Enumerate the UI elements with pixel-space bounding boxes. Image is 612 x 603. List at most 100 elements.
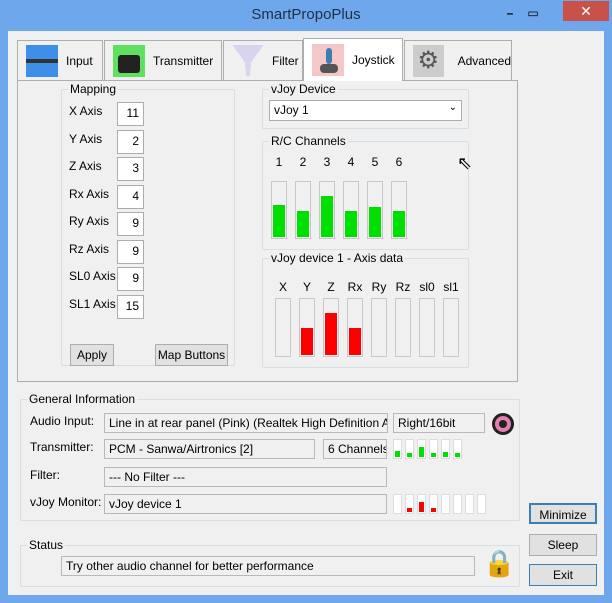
maximize-window-button[interactable]: ▭ (523, 6, 543, 22)
axis-channel-input[interactable]: 9 (117, 267, 144, 291)
axis-channel-input[interactable]: 11 (117, 102, 144, 126)
padlock-add-icon: 🔒 (483, 548, 516, 578)
tab-filter[interactable]: Filter (223, 40, 303, 80)
chevron-down-icon: ⌄ (448, 102, 457, 113)
audio-input-field: Line in at rear panel (Pink) (Realtek Hi… (104, 413, 388, 433)
status-group: Status Try other audio channel for bette… (20, 538, 520, 587)
exit-button[interactable]: Exit (529, 564, 597, 586)
audio-jack-pink-icon (492, 413, 514, 435)
tab-joystick[interactable]: Joystick (303, 38, 403, 81)
bar-label: X (278, 280, 287, 294)
level-bar (367, 181, 383, 239)
minimize-window-button[interactable]: – (500, 6, 520, 22)
mini-level-fill (407, 508, 412, 512)
mini-level-fill (395, 450, 400, 457)
general-information-title: General Information (27, 392, 138, 406)
channels-field: 6 Channels (323, 439, 387, 459)
vjoy-monitor-field: vJoy device 1 (104, 494, 387, 514)
filter-label: Filter: (30, 468, 60, 482)
axis-channel-input[interactable]: 9 (117, 212, 144, 236)
mini-level-bar (417, 494, 426, 514)
axis-label: SL1 Axis (69, 296, 116, 311)
level-bar (391, 181, 407, 239)
mouse-cursor-icon: ⇖ (457, 153, 473, 173)
rc-channels-group: R/C Channels 1 2 3 4 5 6 (262, 134, 469, 250)
bar-label: Rx (347, 280, 363, 294)
mini-level-bar (441, 439, 450, 459)
vjoy-device-select[interactable]: vJoy 1 ⌄ (269, 100, 462, 121)
bar-label: 6 (395, 155, 403, 169)
rc-channels-title: R/C Channels (269, 134, 348, 148)
axis-channel-input[interactable]: 4 (117, 184, 144, 209)
bar-label: 1 (275, 155, 283, 169)
level-bar (347, 298, 363, 357)
vjoy-device-title: vJoy Device (269, 82, 338, 96)
mapping-group: Mapping X Axis 11 Y Axis 2 Z Axis 3 Rx Axis 4 Ry… (61, 82, 235, 366)
tab-label: Advanced (457, 53, 511, 68)
level-bar (419, 298, 435, 357)
level-fill (273, 204, 285, 237)
axis-label: X Axis (69, 104, 103, 118)
axis-channel-input[interactable]: 15 (117, 294, 144, 319)
joystick-tab-page: Mapping X Axis 11 Y Axis 2 Z Axis 3 Rx Axis 4 Ry… (17, 80, 518, 382)
level-fill (393, 210, 405, 237)
close-window-button[interactable]: ✕ (563, 1, 609, 21)
mini-level-fill (407, 453, 412, 457)
level-bar (371, 298, 387, 357)
axis-label: Z Axis (69, 159, 102, 173)
bar-label: Y (302, 280, 311, 294)
audio-jack-icon (26, 44, 58, 77)
axis-label: SL0 Axis (69, 269, 116, 283)
axis-channel-input[interactable]: 3 (117, 157, 144, 181)
apply-button[interactable]: Apply (70, 344, 114, 366)
mini-level-fill (419, 502, 424, 512)
mini-level-bar (429, 494, 438, 514)
map-buttons-button[interactable]: Map Buttons (155, 344, 228, 366)
level-bar (275, 298, 291, 357)
bar-label: Rz (395, 280, 411, 294)
tab-label: Joystick (352, 53, 395, 67)
title-bar[interactable]: SmartPropoPlus – ▭ ✕ (0, 0, 612, 31)
bar-label: 4 (347, 155, 355, 169)
tab-transmitter[interactable]: Transmitter (104, 40, 222, 80)
transmitter-label: Transmitter: (30, 440, 94, 454)
minimize-button[interactable]: Minimize (529, 503, 597, 524)
level-fill (301, 328, 313, 355)
mini-level-bar (453, 439, 462, 459)
axis-label: Y Axis (69, 131, 103, 146)
axis-channel-input[interactable]: 9 (117, 239, 144, 264)
vjoy-monitor-label: vJoy Monitor: (30, 495, 102, 509)
audio-format-field: Right/16bit (393, 413, 485, 433)
mini-level-bar (453, 494, 462, 514)
mini-level-fill (455, 453, 460, 457)
level-bar (443, 298, 459, 357)
level-bar (319, 181, 335, 239)
level-bar (395, 298, 411, 357)
level-fill (345, 210, 357, 237)
rc-transmitter-icon (113, 44, 145, 77)
mini-level-bar (417, 439, 426, 459)
window-title: SmartPropoPlus (251, 6, 361, 23)
tab-label: Input (66, 53, 93, 68)
mini-level-bar (429, 439, 438, 459)
sleep-button[interactable]: Sleep (529, 534, 597, 556)
tab-advanced[interactable]: ⚙ Advanced (404, 40, 512, 80)
axis-data-group: vJoy device 1 - Axis data X Y Z Rx Ry Rz sl0 sl… (262, 251, 469, 368)
mini-level-bar (393, 494, 402, 514)
axis-channel-input[interactable]: 2 (117, 129, 144, 154)
level-fill (369, 207, 381, 237)
mini-level-fill (431, 453, 436, 457)
joystick-icon (312, 44, 344, 76)
general-information-group: General Information Audio Input: Line in… (20, 392, 520, 521)
tab-input[interactable]: Input (17, 40, 103, 80)
level-bar (343, 181, 359, 239)
level-bar (271, 181, 287, 239)
level-fill (349, 328, 361, 355)
axis-label: Rz Axis (69, 241, 110, 256)
level-fill (321, 195, 333, 237)
bar-label: 5 (371, 155, 379, 169)
tab-label: Filter (272, 53, 299, 68)
level-bar (299, 298, 315, 357)
mini-level-fill (419, 447, 424, 457)
funnel-icon (232, 44, 264, 77)
